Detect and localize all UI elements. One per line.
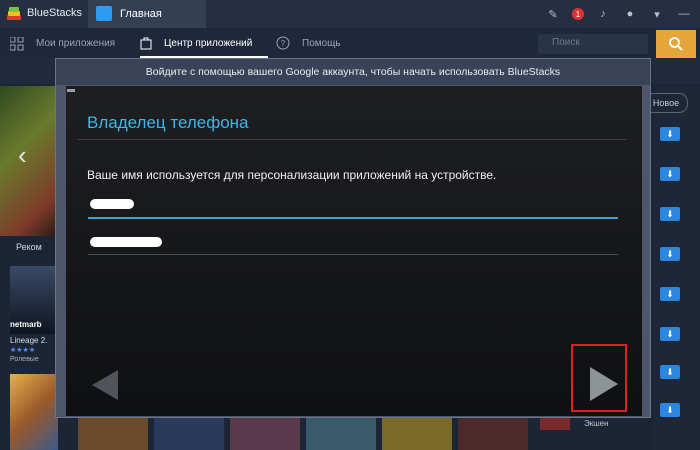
last-name-field[interactable] bbox=[88, 230, 618, 255]
download-button[interactable]: ⬇ bbox=[660, 207, 680, 221]
first-name-value-redacted bbox=[90, 198, 134, 212]
game-category: Ролевые bbox=[10, 356, 39, 363]
download-button[interactable]: ⬇ bbox=[660, 403, 680, 417]
search-button[interactable] bbox=[656, 30, 696, 58]
bag-icon bbox=[140, 37, 152, 50]
recommended-label: Реком bbox=[16, 242, 42, 252]
thumbnail[interactable] bbox=[382, 418, 452, 450]
titlebar-controls: ✎ 1 ♪ ● ▾ — bbox=[545, 5, 692, 23]
home-tab-icon bbox=[96, 6, 112, 21]
brand-name: BlueStacks bbox=[27, 7, 83, 19]
tools-icon[interactable]: ✎ bbox=[545, 6, 561, 22]
next-button-highlight bbox=[571, 344, 627, 412]
thumbnail[interactable] bbox=[154, 418, 224, 450]
screen-status-indicator bbox=[67, 89, 75, 92]
game-brand-label: netmarb bbox=[10, 320, 42, 329]
thumbnail[interactable] bbox=[306, 418, 376, 450]
search-icon bbox=[669, 37, 683, 51]
notification-badge[interactable]: 1 bbox=[572, 8, 584, 20]
thumbnail[interactable] bbox=[458, 418, 528, 450]
tab-home-label: Главная bbox=[120, 8, 162, 20]
first-name-field[interactable] bbox=[88, 191, 618, 219]
game-name: Lineage 2. bbox=[10, 336, 48, 345]
download-button[interactable]: ⬇ bbox=[660, 287, 680, 301]
action-category-label: Экшен bbox=[584, 419, 609, 428]
minimize-icon[interactable]: — bbox=[676, 6, 692, 22]
bell-icon[interactable]: ♪ bbox=[595, 6, 611, 22]
download-button[interactable]: ⬇ bbox=[660, 327, 680, 341]
nav-my-apps[interactable]: Мои приложения bbox=[36, 28, 115, 58]
setup-description: Ваше имя используется для персонализации… bbox=[87, 168, 497, 182]
banner-prev-chevron-icon[interactable]: ‹ bbox=[18, 140, 27, 171]
heading-divider bbox=[78, 139, 626, 140]
download-button[interactable]: ⬇ bbox=[660, 167, 680, 181]
thumbnail[interactable] bbox=[230, 418, 300, 450]
download-button[interactable]: ⬇ bbox=[660, 127, 680, 141]
setup-heading: Владелец телефона bbox=[87, 113, 249, 132]
thumbnail[interactable] bbox=[78, 418, 148, 450]
last-name-value-redacted bbox=[90, 236, 162, 250]
search-placeholder: Поиск bbox=[552, 37, 580, 48]
bluestacks-logo bbox=[7, 7, 21, 20]
svg-text:?: ? bbox=[281, 39, 286, 48]
download-button[interactable]: ⬇ bbox=[660, 365, 680, 379]
nav-app-center[interactable]: Центр приложений bbox=[164, 28, 252, 58]
dialog-title: Войдите с помощью вашего Google аккаунта… bbox=[145, 66, 561, 78]
menu-chevron-icon[interactable]: ▾ bbox=[649, 6, 665, 22]
game-rating-stars: ★★★★ bbox=[10, 347, 36, 354]
game-card-second[interactable] bbox=[10, 374, 58, 450]
help-icon: ? bbox=[276, 36, 290, 50]
back-arrow-icon[interactable] bbox=[90, 368, 120, 402]
apps-grid-icon bbox=[10, 37, 24, 51]
nav-help[interactable]: Помощь bbox=[302, 28, 341, 58]
account-icon[interactable]: ● bbox=[622, 6, 638, 22]
featured-banner[interactable] bbox=[0, 86, 56, 236]
download-button[interactable]: ⬇ bbox=[660, 247, 680, 261]
game-thumbnails-row bbox=[78, 418, 528, 450]
